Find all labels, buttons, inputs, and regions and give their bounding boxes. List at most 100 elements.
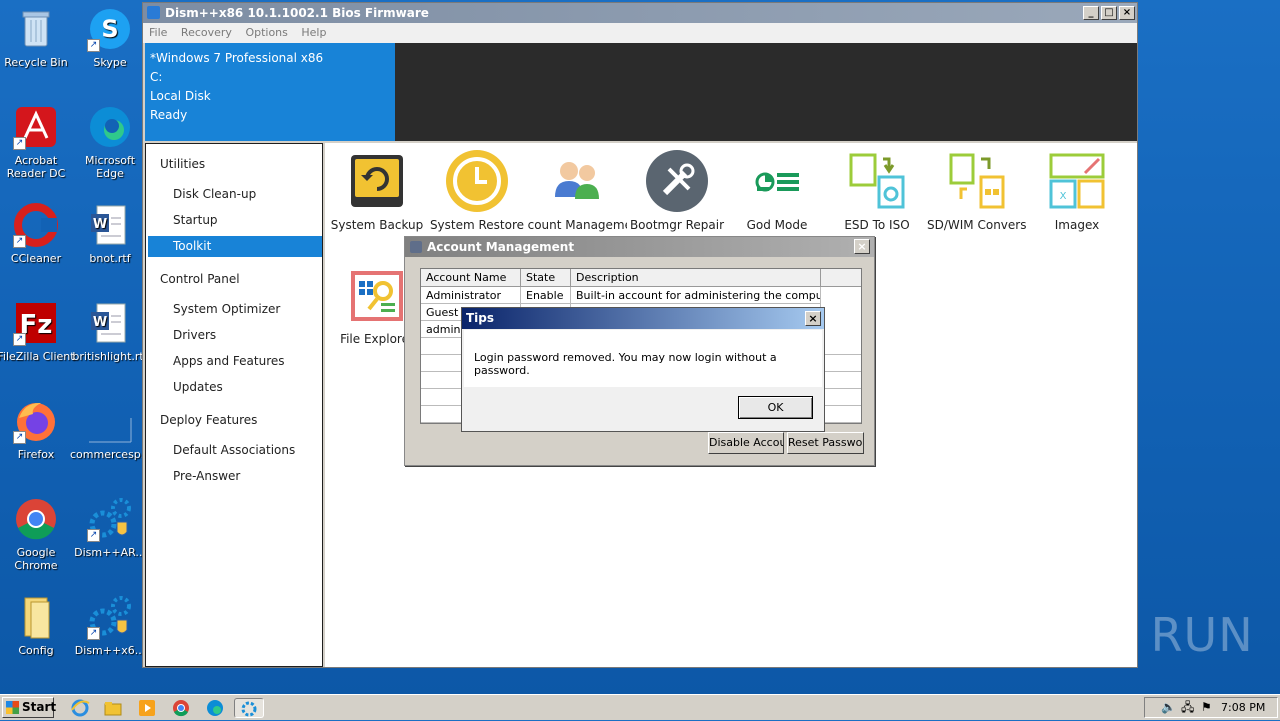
desktop-icon-chrome[interactable]: Google Chrome (0, 496, 76, 572)
tips-dialog: Tips × Login password removed. You may n… (461, 307, 825, 432)
tool-label: SD/WIM Conversio (927, 218, 1027, 232)
desktop-icon-acrobat[interactable]: ↗ Acrobat Reader DC (0, 104, 76, 180)
drive-type: Local Disk (150, 89, 211, 103)
edge-icon[interactable] (205, 698, 225, 718)
desktop-icon-label: britishlight.rtf (72, 350, 148, 363)
desktop-icon-label: bnot.rtf (89, 252, 131, 265)
dialog-title: Account Management (427, 240, 575, 254)
close-button[interactable]: × (805, 311, 821, 326)
svg-text:X: X (1060, 191, 1067, 202)
empty-cell (821, 372, 861, 389)
sidebar-item-apps-and-features[interactable]: Apps and Features (148, 351, 322, 372)
desktop-icon-label: Acrobat Reader DC (6, 154, 66, 180)
desktop-icon-edge[interactable]: Microsoft Edge (70, 104, 150, 180)
desktop-icon-filezilla[interactable]: Fz ↗ FileZilla Client (0, 300, 76, 363)
menu-file[interactable]: File (149, 26, 167, 39)
empty-cell (821, 389, 861, 406)
desktop-icon-label: CCleaner (10, 252, 62, 265)
repair-tools-icon (645, 149, 709, 213)
tool-imagex[interactable]: X Imagex (1027, 145, 1127, 232)
file-explorer-icon (345, 263, 409, 327)
tool-god-mode[interactable]: God Mode (727, 145, 827, 232)
taskbar-dism-button[interactable] (234, 698, 264, 718)
desktop-icon-ccleaner[interactable]: ↗ CCleaner (0, 202, 76, 265)
sidebar-item-system-optimizer[interactable]: System Optimizer (148, 299, 322, 320)
sidebar-item-startup[interactable]: Startup (148, 210, 322, 231)
window-titlebar[interactable]: Dism++x86 10.1.1002.1 Bios Firmware _ □ … (143, 3, 1137, 23)
sidebar-item-toolkit[interactable]: Toolkit (148, 236, 322, 257)
dialog-title: Tips (466, 311, 495, 325)
desktop-icon-label: Skype (93, 56, 127, 69)
sidebar-item-drivers[interactable]: Drivers (148, 325, 322, 346)
desktop-icon-britishlight[interactable]: W britishlight.rtf (70, 300, 150, 363)
ok-button[interactable]: OK (738, 396, 813, 419)
menu-recovery[interactable]: Recovery (181, 26, 232, 39)
desktop-icon-commercesp[interactable]: commercesp... (70, 398, 151, 461)
sidebar-group-deploy-features: Deploy Features (160, 413, 258, 427)
close-button[interactable]: × (854, 239, 870, 254)
network-icon[interactable]: 🖧 (1181, 698, 1194, 717)
desktop-icon-skype[interactable]: S ↗ Skype (70, 6, 150, 69)
sidebar-item-updates[interactable]: Updates (148, 377, 322, 398)
word-document-icon: W (87, 202, 133, 248)
word-document-icon: W (87, 300, 133, 346)
desktop-icon-label: Google Chrome (14, 546, 58, 572)
system-restore-icon (445, 149, 509, 213)
tool-bootmgr-repair[interactable]: Bootmgr Repair (627, 145, 727, 232)
reset-password-button[interactable]: Reset Password (787, 432, 864, 454)
menubar: File Recovery Options Help (143, 23, 1137, 43)
desktop-icon-firefox[interactable]: ↗ Firefox (0, 398, 76, 461)
column-header-filler (821, 269, 861, 287)
message-area: Login password removed. You may now logi… (464, 330, 822, 387)
menu-options[interactable]: Options (245, 26, 287, 39)
blank-file-icon (87, 398, 133, 444)
minimize-button[interactable]: _ (1083, 6, 1099, 20)
system-tray: 🔈 🖧 ⚑ 7:08 PM (1144, 697, 1278, 718)
close-button[interactable]: × (1119, 6, 1135, 20)
svg-text:S: S (101, 15, 118, 43)
volume-icon[interactable]: 🔈 (1161, 698, 1176, 717)
column-header-description[interactable]: Description (571, 269, 821, 287)
sidebar-item-default-associations[interactable]: Default Associations (148, 440, 322, 461)
start-button[interactable]: Start (2, 697, 56, 718)
system-backup-icon (345, 149, 409, 213)
tool-sd-wim-conversion[interactable]: SD/WIM Conversio (927, 145, 1027, 232)
dialog-titlebar[interactable]: Account Management × (405, 237, 874, 257)
action-center-icon[interactable]: ⚑ (1201, 698, 1212, 717)
tool-system-restore[interactable]: System Restore (427, 145, 527, 232)
media-player-icon[interactable] (137, 698, 157, 718)
tool-esd-to-iso[interactable]: ESD To ISO (827, 145, 927, 232)
desktop-icon-dism-x6[interactable]: ↗ Dism++x6... (70, 594, 150, 657)
maximize-button[interactable]: □ (1101, 6, 1117, 20)
desktop-icon-bnot[interactable]: W bnot.rtf (70, 202, 150, 265)
ie-icon[interactable] (70, 698, 90, 718)
users-icon (410, 241, 422, 253)
tool-label: God Mode (746, 218, 808, 232)
users-icon (545, 149, 609, 213)
sidebar-item-disk-clean-up[interactable]: Disk Clean-up (148, 184, 322, 205)
tool-system-backup[interactable]: System Backup (327, 145, 427, 232)
dialog-titlebar[interactable]: Tips × (462, 308, 824, 329)
sidebar: Utilities Disk Clean-up Startup Toolkit … (145, 143, 323, 667)
acrobat-reader-icon: ↗ (13, 104, 59, 150)
window-title: Dism++x86 10.1.1002.1 Bios Firmware (165, 6, 429, 20)
sidebar-item-pre-answer[interactable]: Pre-Answer (148, 466, 322, 487)
desktop-icon-recycle-bin[interactable]: Recycle Bin (0, 6, 76, 69)
explorer-icon[interactable] (103, 698, 123, 718)
session-status: Ready (150, 108, 188, 122)
tool-account-management[interactable]: Account Management (527, 145, 627, 232)
desktop-icon-dism-ar[interactable]: ↗ Dism++AR... (70, 496, 150, 559)
chrome-icon (13, 496, 59, 542)
desktop-icon-label: Dism++AR... (74, 546, 146, 559)
os-name: *Windows 7 Professional x86 (150, 51, 324, 65)
session-info-panel[interactable]: *Windows 7 Professional x86 C: Local Dis… (145, 43, 395, 141)
desktop-icon-config[interactable]: Config (0, 594, 76, 657)
menu-help[interactable]: Help (301, 26, 326, 39)
desktop-icon-label: Firefox (17, 448, 55, 461)
tool-label: Bootmgr Repair (629, 218, 725, 232)
clock[interactable]: 7:08 PM (1221, 698, 1265, 717)
column-header-state[interactable]: State (521, 269, 571, 287)
disable-account-button[interactable]: Disable Account (708, 432, 784, 454)
column-header-account-name[interactable]: Account Name (421, 269, 521, 287)
chrome-icon[interactable] (171, 698, 191, 718)
